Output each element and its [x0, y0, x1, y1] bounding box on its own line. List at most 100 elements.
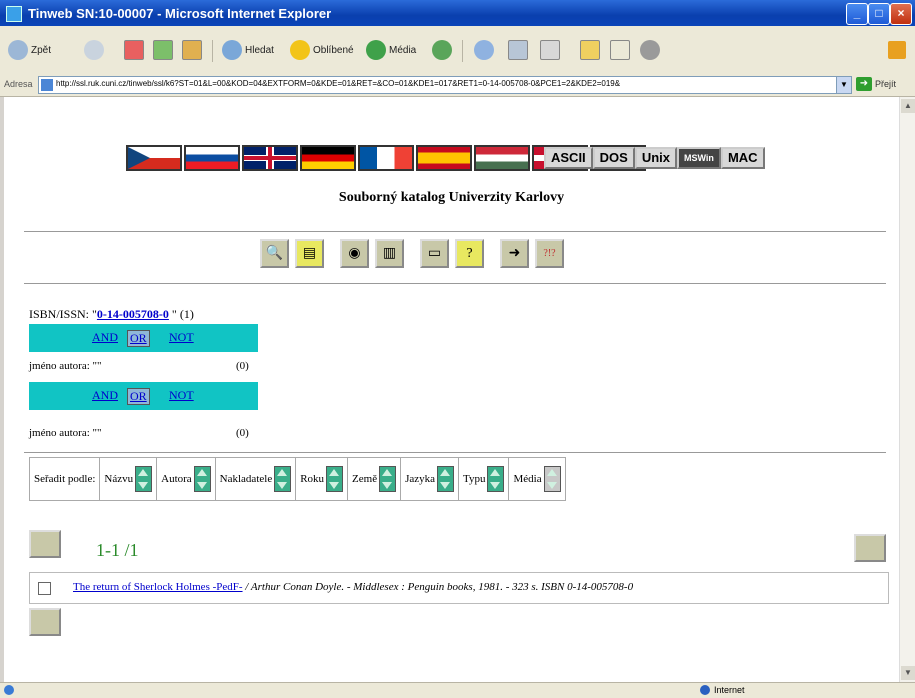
printer-icon — [508, 40, 528, 60]
flag-german[interactable] — [300, 145, 356, 171]
divider — [24, 283, 886, 284]
refresh-button[interactable] — [153, 38, 173, 62]
close-button[interactable]: × — [890, 3, 912, 25]
sort-arrows-icon — [543, 466, 561, 492]
sort-arrows-icon[interactable] — [487, 466, 505, 492]
result-details: / Arthur Conan Doyle. - Middlesex : Peng… — [242, 581, 634, 593]
or-link[interactable]: OR — [127, 330, 150, 347]
history-icon — [432, 40, 452, 60]
flag-spanish[interactable] — [416, 145, 472, 171]
catalog-tools: 🔍 ▤ ◉ ▥ ▭ ? ➜ ?!? — [260, 239, 564, 268]
ie-app-icon — [6, 6, 22, 22]
divider — [24, 452, 886, 453]
scroll-up-icon[interactable]: ▲ — [901, 99, 915, 113]
help-tool-button[interactable]: ? — [455, 239, 484, 268]
list-icon: ▤ — [302, 246, 317, 261]
encoding-dos-button[interactable]: DOS — [592, 147, 635, 169]
address-input[interactable]: http://ssl.ruk.cuni.cz/tinweb/ssl/k6?ST=… — [38, 76, 852, 94]
sort-by-year: Roku — [296, 458, 349, 500]
edit-icon — [540, 40, 560, 60]
flag-french[interactable] — [358, 145, 414, 171]
media-icon — [366, 40, 386, 60]
or-link[interactable]: OR — [127, 388, 150, 405]
sort-arrows-icon[interactable] — [326, 466, 344, 492]
author-query-count: (0) — [236, 360, 249, 372]
not-link[interactable]: NOT — [169, 330, 194, 345]
messenger-button[interactable] — [640, 38, 660, 62]
go-arrow-icon[interactable]: ➜ — [856, 77, 872, 91]
stop-button[interactable] — [124, 38, 144, 62]
not-link[interactable]: NOT — [169, 388, 194, 403]
magnifier-icon: 🔍 — [265, 246, 284, 261]
flag-slovak[interactable] — [184, 145, 240, 171]
question-icon: ? — [466, 245, 473, 261]
isbn-label: ISBN/ISSN: " — [29, 307, 97, 321]
encoding-unix-button[interactable]: Unix — [634, 147, 678, 169]
flag-czech[interactable] — [126, 145, 182, 171]
browse-tool-button[interactable]: ◉ — [340, 239, 369, 268]
search-tool-button[interactable]: 🔍 — [260, 239, 289, 268]
search-button[interactable]: Hledat — [222, 38, 274, 62]
isbn-suffix: " — [168, 307, 177, 321]
minimize-button[interactable]: _ — [846, 3, 868, 25]
home-icon — [182, 40, 202, 60]
page-content: ASCII DOS Unix MSWin MAC Souborný katalo… — [4, 97, 899, 682]
flag-hungarian[interactable] — [474, 145, 530, 171]
research-button[interactable] — [610, 38, 630, 62]
encoding-ascii-button[interactable]: ASCII — [544, 147, 593, 169]
mail-button[interactable] — [474, 38, 494, 62]
hints-icon: ?!? — [543, 248, 556, 259]
star-icon — [290, 40, 310, 60]
globe-icon — [700, 685, 710, 695]
print-button[interactable] — [508, 38, 528, 62]
result-checkbox[interactable] — [38, 582, 51, 595]
result-title-link[interactable]: The return of Sherlock Holmes -PedF- — [73, 581, 243, 593]
back-button[interactable]: Zpět — [8, 38, 51, 62]
results-tool-button[interactable]: ▤ — [295, 239, 324, 268]
folder-button[interactable] — [580, 38, 600, 62]
encoding-mswin-button[interactable]: MSWin — [677, 147, 721, 169]
media-button[interactable]: Média — [366, 38, 416, 62]
address-url[interactable]: http://ssl.ruk.cuni.cz/tinweb/ssl/k6?ST=… — [56, 79, 620, 88]
records-tool-button[interactable]: ▥ — [375, 239, 404, 268]
result-text: The return of Sherlock Holmes -PedF- / A… — [73, 581, 633, 593]
export-tool-button[interactable]: ➜ — [500, 239, 529, 268]
encoding-mac-button[interactable]: MAC — [720, 147, 765, 169]
author-query-line: jméno autora: "" — [29, 427, 102, 439]
forward-button[interactable] — [84, 38, 104, 62]
window-title: Tinweb SN:10-00007 - Microsoft Internet … — [28, 6, 332, 21]
pager-info: 1-1 /1 — [96, 540, 139, 560]
address-bar: Adresa http://ssl.ruk.cuni.cz/tinweb/ssl… — [0, 74, 915, 97]
home-button[interactable] — [182, 38, 202, 62]
sort-arrows-icon[interactable] — [135, 466, 153, 492]
and-link[interactable]: AND — [92, 330, 118, 345]
toolbar-separator — [212, 40, 213, 62]
edit-button[interactable] — [540, 38, 560, 62]
forward-arrow-icon — [84, 40, 104, 60]
sort-by-media: Média — [509, 458, 564, 500]
sort-arrows-icon[interactable] — [379, 466, 397, 492]
author-query-line: jméno autora: "" — [29, 360, 102, 372]
sort-by-type: Typu — [459, 458, 510, 500]
flag-english[interactable] — [242, 145, 298, 171]
vertical-scrollbar[interactable]: ▲ ▼ — [899, 97, 915, 682]
sort-arrows-icon[interactable] — [274, 466, 292, 492]
display-tool-button[interactable]: ▭ — [420, 239, 449, 268]
maximize-button[interactable]: □ — [868, 3, 890, 25]
previous-page-button[interactable] — [29, 530, 61, 558]
hints-tool-button[interactable]: ?!? — [535, 239, 564, 268]
sort-by-publisher: Nakladatele — [216, 458, 297, 500]
and-link[interactable]: AND — [92, 388, 118, 403]
sort-arrows-icon[interactable] — [437, 466, 455, 492]
go-button[interactable]: Přejít — [875, 79, 896, 89]
history-button[interactable] — [432, 38, 452, 62]
isbn-link[interactable]: 0-14-005708-0 — [97, 307, 169, 321]
favorites-button[interactable]: Oblíbené — [290, 38, 354, 62]
browser-toolbar: Zpět Hledat Oblíbené Média — [0, 26, 915, 75]
previous-page-button-bottom[interactable] — [29, 608, 61, 636]
toolbar-separator — [462, 40, 463, 62]
scroll-down-icon[interactable]: ▼ — [901, 666, 915, 680]
next-page-button[interactable] — [854, 534, 886, 562]
address-dropdown-icon[interactable]: ▼ — [836, 77, 851, 93]
sort-arrows-icon[interactable] — [193, 466, 211, 492]
